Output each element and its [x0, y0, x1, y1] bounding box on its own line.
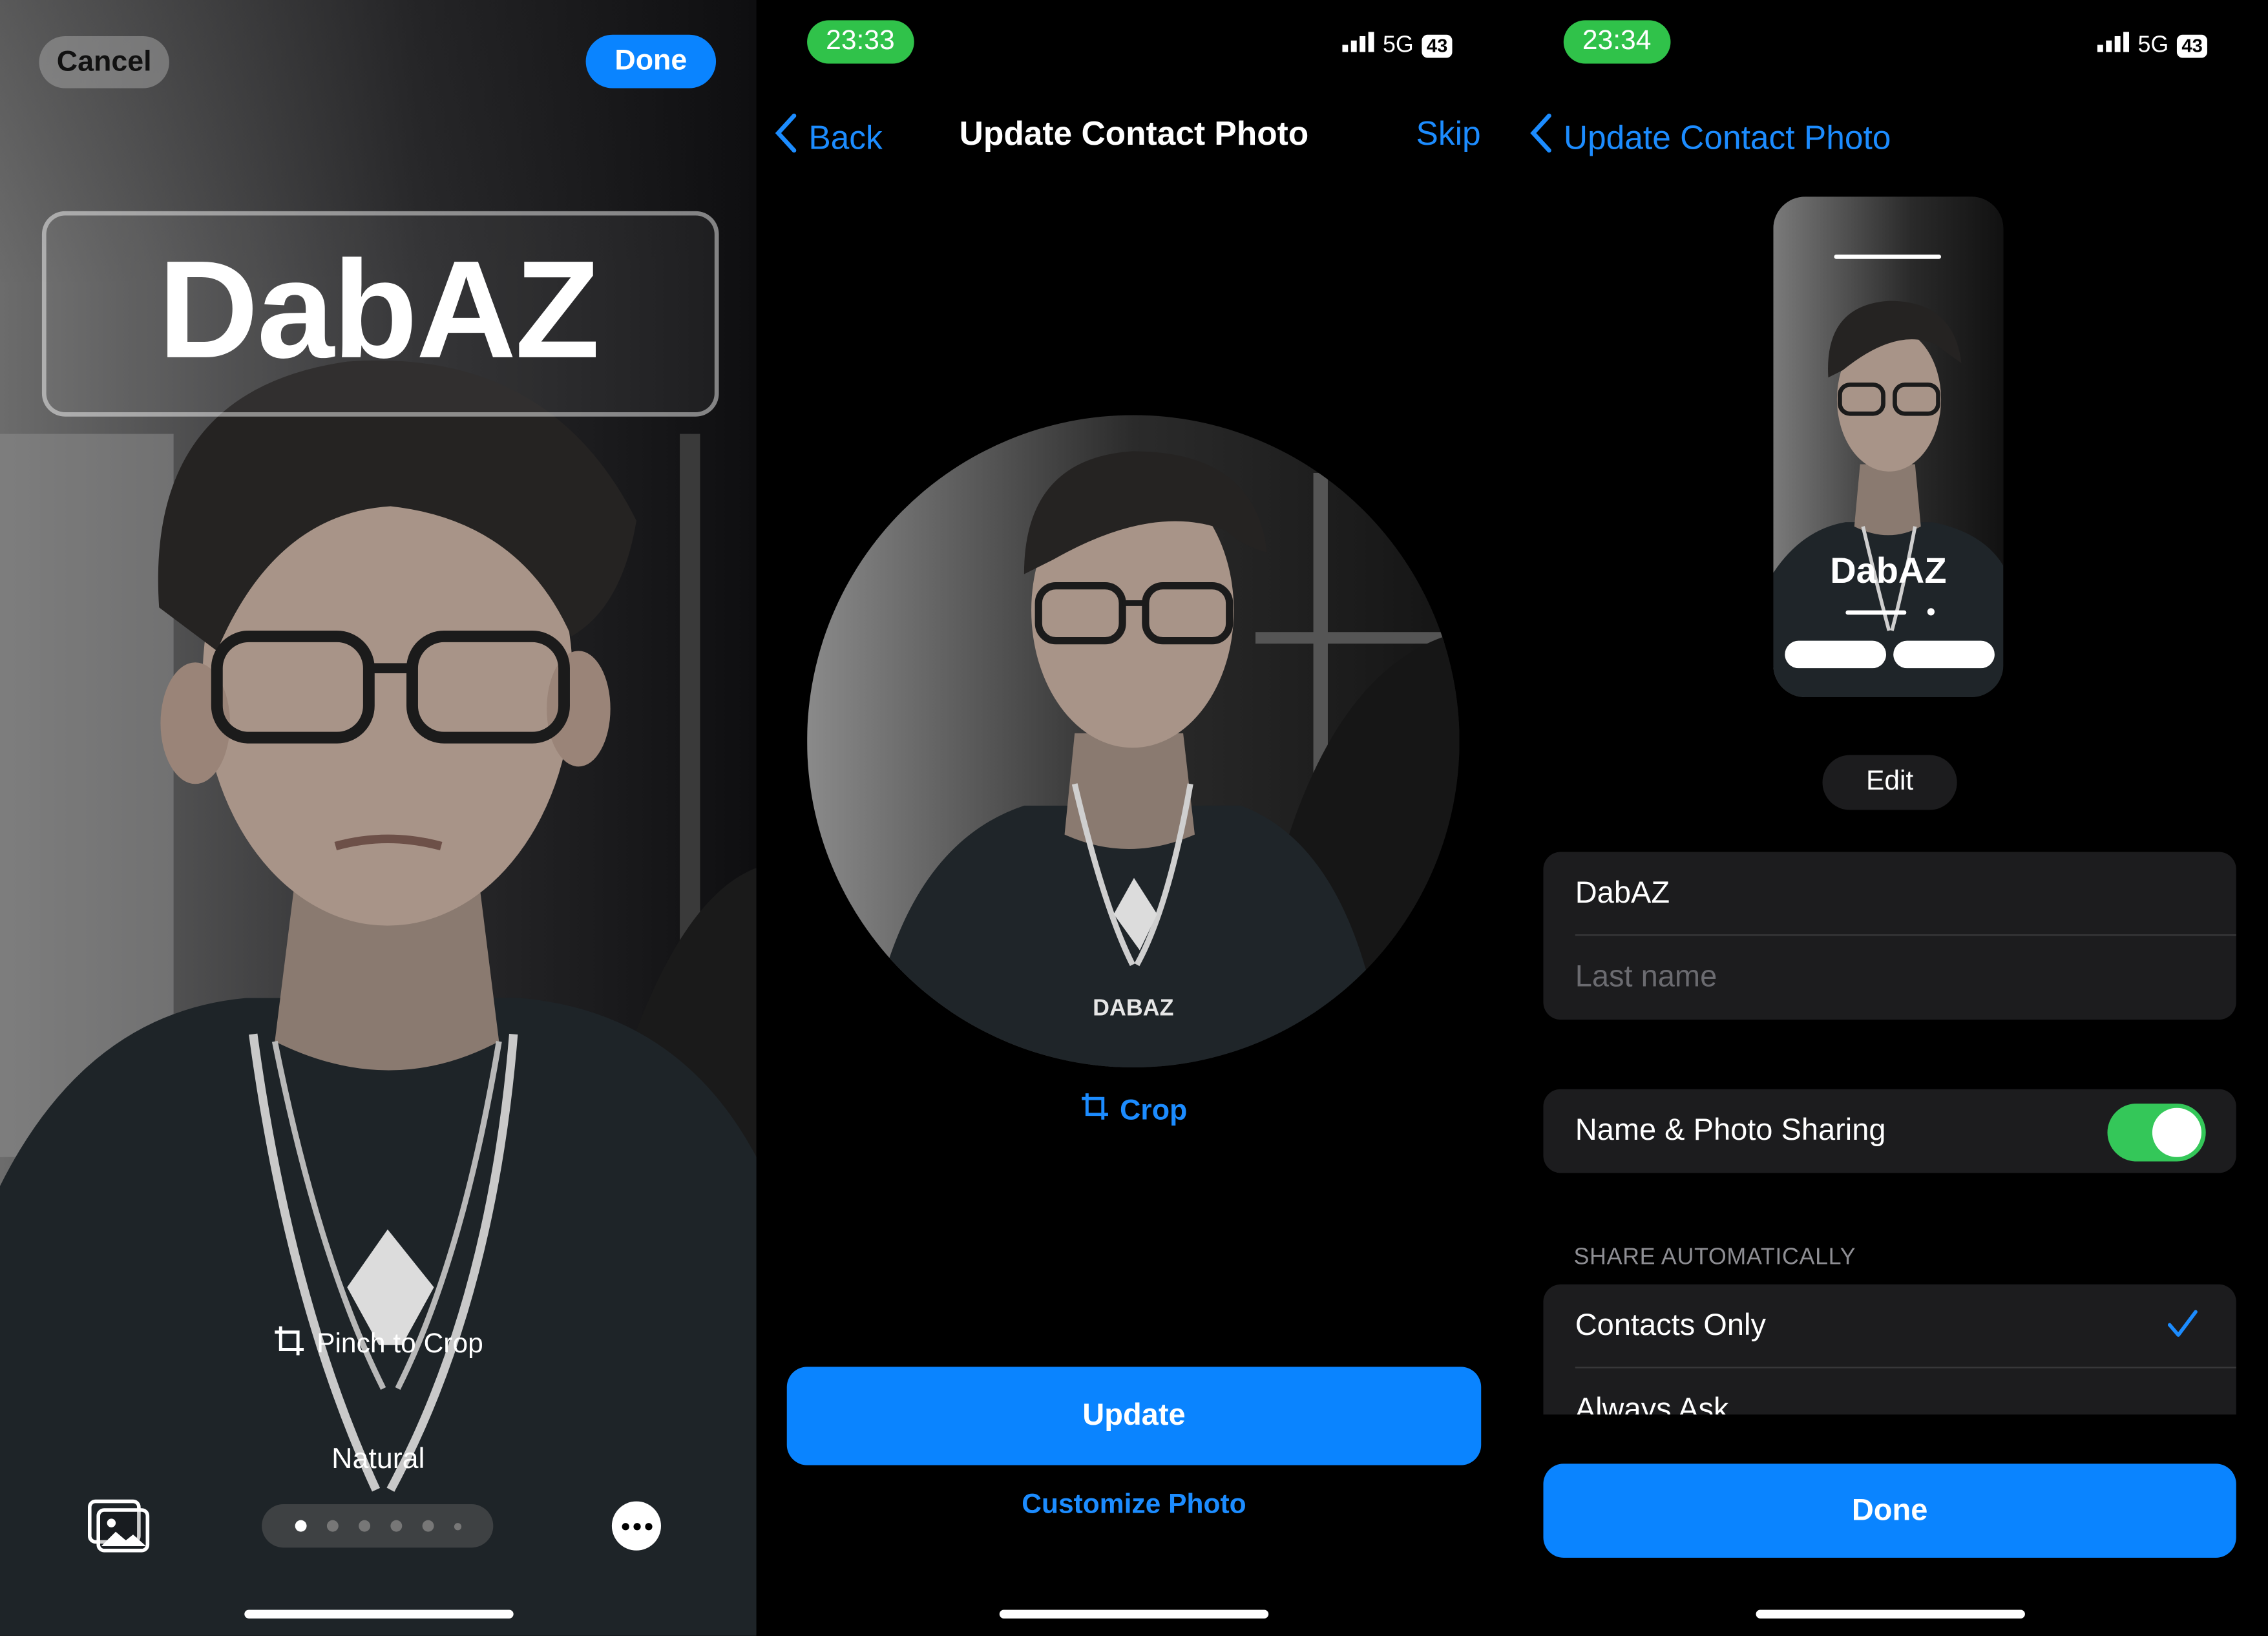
ellipsis-icon[interactable] — [611, 1501, 661, 1551]
first-name-value: DabAZ — [1575, 876, 1670, 910]
checkmark-icon — [2167, 1308, 2198, 1348]
contact-settings-screen: 23:34 5G 43 Update Contact Photo DabAZ E… — [1511, 0, 2268, 1636]
contact-photo — [807, 415, 1460, 1068]
filter-name: Natural — [331, 1443, 425, 1476]
battery-icon: 43 — [1422, 34, 1453, 58]
crop-button[interactable]: Crop — [757, 1092, 1511, 1129]
page-dot — [326, 1520, 338, 1532]
chevron-left-icon — [1529, 113, 1552, 162]
crop-icon — [1081, 1092, 1110, 1129]
pinch-to-crop-label: Pinch to Crop — [317, 1329, 483, 1360]
page-dot-active — [294, 1520, 306, 1532]
crop-icon — [273, 1325, 305, 1365]
sharing-toggle[interactable] — [2107, 1103, 2206, 1162]
crop-label: Crop — [1119, 1094, 1188, 1126]
page-dot — [358, 1520, 370, 1532]
back-label: Update Contact Photo — [1563, 118, 1891, 156]
sharing-group: Name & Photo Sharing — [1543, 1089, 2236, 1173]
status-indicators: 5G 43 — [2097, 32, 2207, 59]
page-dot — [390, 1520, 402, 1532]
poster-preview-name: DabAZ — [1830, 551, 1947, 592]
poster-name-text: DabAZ — [158, 233, 600, 388]
update-contact-photo-screen: 23:33 5G 43 Back Update Contact Photo Sk… — [756, 0, 1512, 1636]
edit-button[interactable]: Edit — [1822, 755, 1957, 810]
photo-gallery-icon[interactable] — [87, 1498, 150, 1560]
share-option-contacts-only[interactable]: Contacts Only — [1543, 1285, 2236, 1369]
page-title: Update Contact Photo — [959, 114, 1309, 152]
toggle-knob — [2152, 1107, 2201, 1157]
home-indicator[interactable] — [244, 1610, 513, 1619]
battery-icon: 43 — [2177, 34, 2207, 58]
status-time: 23:34 — [1563, 20, 1670, 64]
first-name-field[interactable]: DabAZ — [1543, 852, 2236, 936]
update-button[interactable]: Update — [786, 1367, 1482, 1465]
page-dot — [421, 1520, 434, 1532]
status-time: 23:33 — [807, 20, 914, 64]
share-section-header: SHARE AUTOMATICALLY — [1573, 1245, 1856, 1270]
back-button[interactable]: Update Contact Photo — [1529, 113, 1891, 162]
done-button[interactable]: Done — [1543, 1463, 2236, 1558]
page-dot — [453, 1522, 461, 1530]
status-indicators: 5G 43 — [1342, 32, 1453, 59]
home-indicator[interactable] — [1755, 1610, 2024, 1619]
poster-preview-photo — [1773, 196, 2004, 697]
last-name-field[interactable]: Last name — [1543, 936, 2236, 1020]
sharing-label: Name & Photo Sharing — [1575, 1113, 1886, 1148]
contact-photo-circle: DABAZ — [807, 415, 1460, 1068]
name-photo-sharing-row: Name & Photo Sharing — [1543, 1089, 2236, 1173]
home-indicator[interactable] — [999, 1610, 1269, 1619]
last-name-placeholder: Last name — [1575, 960, 1717, 994]
skip-button[interactable]: Skip — [1416, 114, 1480, 153]
poster-editor-screen: Cancel Done DabAZ Pinch to Crop Natural — [0, 0, 757, 1636]
network-label: 5G — [2137, 32, 2169, 58]
name-fields-group: DabAZ Last name — [1543, 852, 2236, 1020]
customize-photo-button[interactable]: Customize Photo — [757, 1490, 1511, 1522]
done-button[interactable]: Done — [585, 34, 717, 89]
filter-page-indicator[interactable] — [262, 1504, 494, 1548]
shirt-text: DABAZ — [1093, 996, 1174, 1022]
share-options-group: Contacts Only Always Ask — [1543, 1284, 2236, 1415]
network-label: 5G — [1383, 32, 1414, 58]
cancel-button[interactable]: Cancel — [39, 36, 169, 89]
share-option-label: Always Ask — [1575, 1392, 1729, 1415]
poster-preview[interactable]: DabAZ — [1773, 196, 2004, 697]
share-option-always-ask[interactable]: Always Ask — [1543, 1369, 2236, 1415]
signal-icon — [2097, 32, 2130, 59]
pinch-to-crop-hint: Pinch to Crop — [0, 1325, 757, 1365]
signal-icon — [1342, 32, 1374, 59]
share-option-label: Contacts Only — [1575, 1308, 1766, 1343]
